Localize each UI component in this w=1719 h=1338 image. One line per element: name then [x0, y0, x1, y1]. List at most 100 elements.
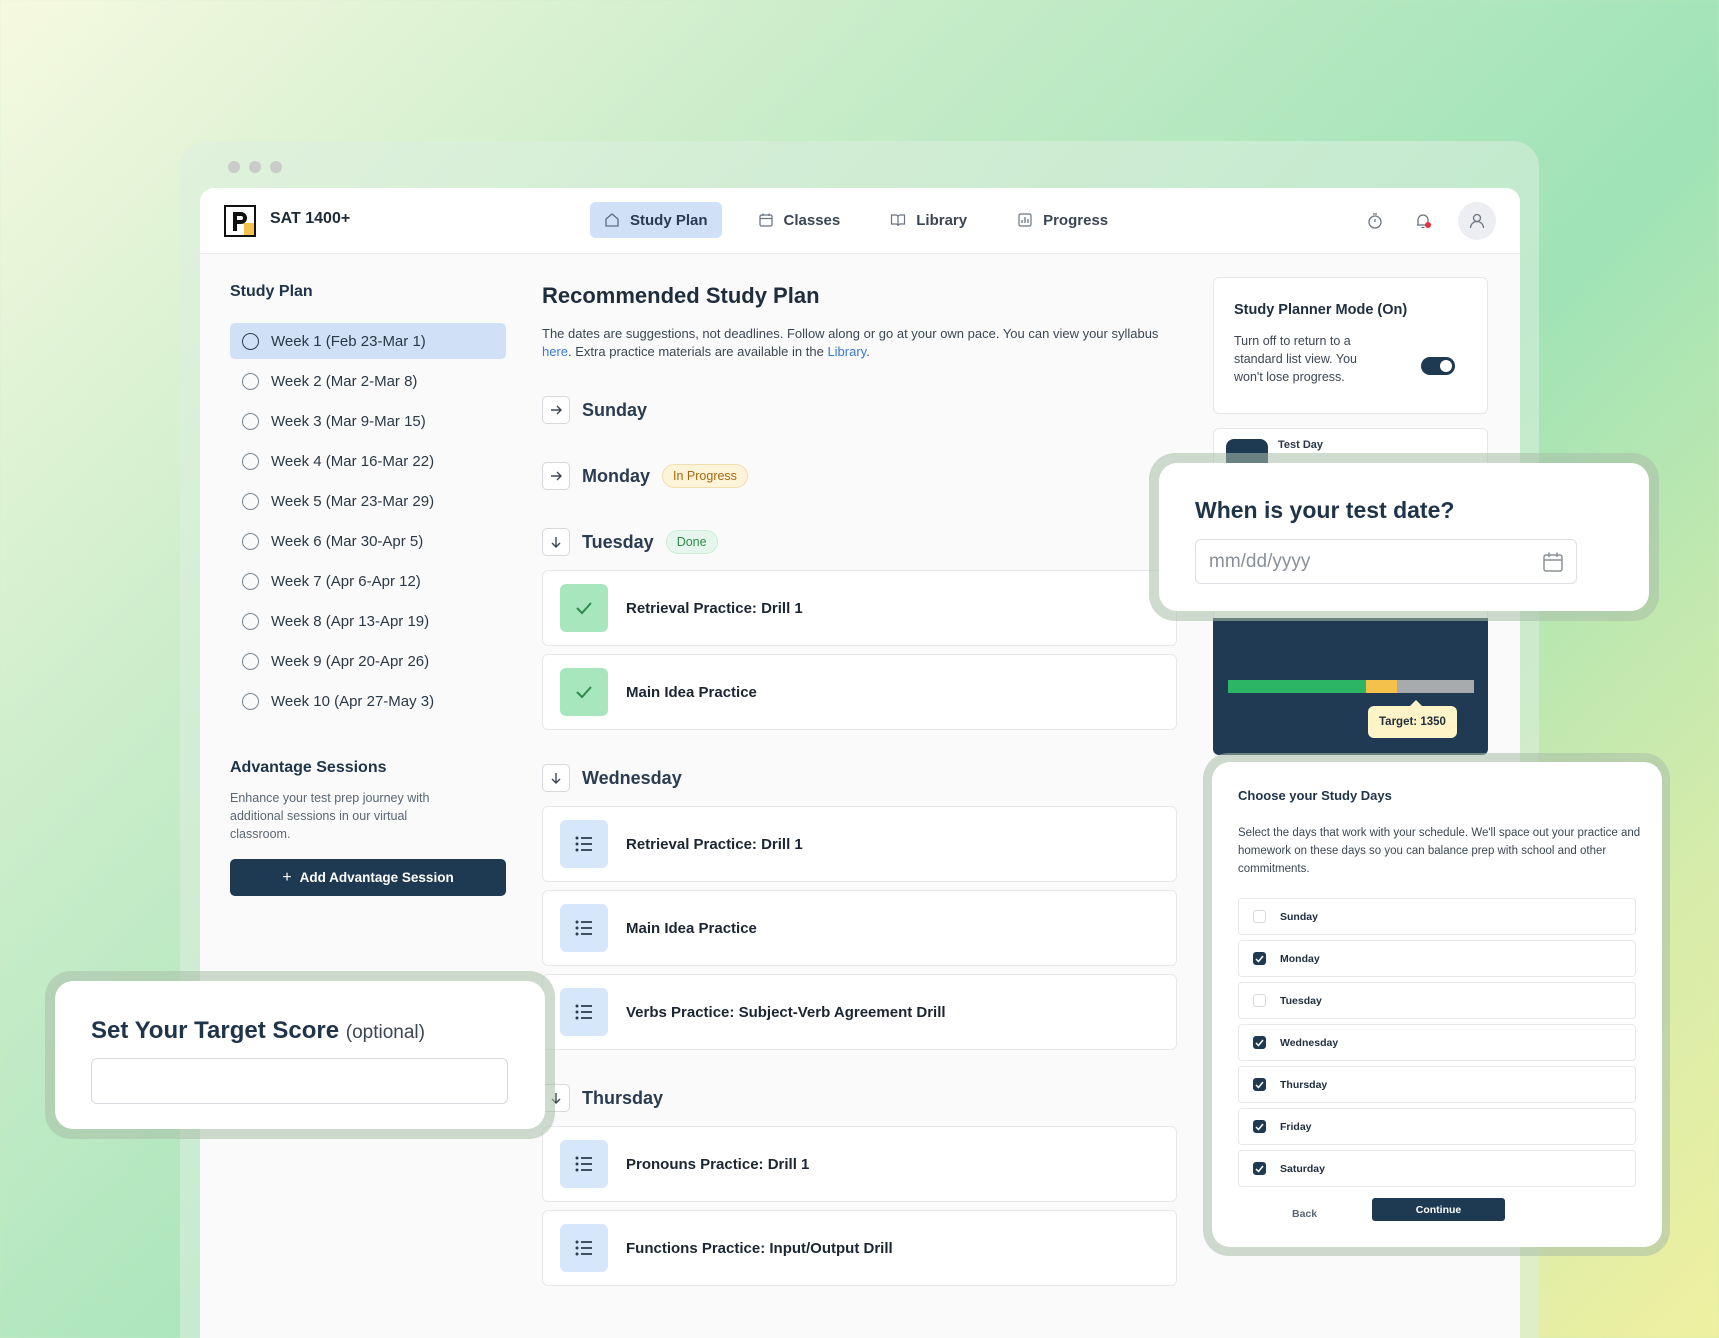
advantage-desc: Enhance your test prep journey with addi…	[230, 791, 430, 841]
window-dot	[228, 161, 240, 173]
task-label: Verbs Practice: Subject-Verb Agreement D…	[626, 1003, 946, 1021]
button-label: Add Advantage Session	[299, 870, 454, 885]
target-optional-label: (optional)	[345, 1022, 425, 1043]
day-option-friday[interactable]: Friday	[1238, 1108, 1636, 1145]
target-score-modal: Set Your Target Score (optional)	[55, 981, 545, 1129]
radio-icon	[242, 332, 259, 350]
week-label: Week 6 (Mar 30-Apr 5)	[271, 532, 424, 550]
day-name: Tuesday	[582, 531, 654, 552]
nav-label: Classes	[783, 211, 841, 229]
week-label: Week 1 (Feb 23-Mar 1)	[271, 332, 426, 350]
page-description: The dates are suggestions, not deadlines…	[542, 325, 1177, 361]
date-placeholder: mm/dd/yyyy	[1209, 550, 1311, 572]
test-date-title: When is your test date?	[1195, 497, 1455, 523]
week-item[interactable]: Week 10 (Apr 27-May 3)	[230, 683, 506, 719]
checkbox[interactable]	[1253, 1036, 1266, 1049]
calendar-icon[interactable]	[1542, 551, 1564, 573]
day-option-monday[interactable]: Monday	[1238, 940, 1636, 977]
advantage-title: Advantage Sessions	[230, 759, 387, 776]
task-label: Main Idea Practice	[626, 919, 757, 937]
week-item[interactable]: Week 8 (Apr 13-Apr 19)	[230, 603, 506, 639]
nav-progress[interactable]: Progress	[1003, 202, 1122, 238]
day-option-sunday[interactable]: Sunday	[1238, 898, 1636, 935]
logo-icon	[224, 205, 256, 237]
week-item[interactable]: Week 1 (Feb 23-Mar 1)	[230, 323, 506, 359]
desc-text: The dates are suggestions, not deadlines…	[542, 326, 1159, 341]
nav-study-plan[interactable]: Study Plan	[590, 202, 722, 238]
week-item[interactable]: Week 4 (Mar 16-Mar 22)	[230, 443, 506, 479]
arrow-down-icon[interactable]	[542, 528, 570, 556]
continue-button[interactable]: Continue	[1372, 1198, 1505, 1221]
window-dot	[249, 161, 261, 173]
sidebar-title: Study Plan	[230, 283, 313, 300]
sidebar: Study Plan Week 1 (Feb 23-Mar 1) Week 2 …	[230, 283, 506, 896]
radio-icon	[242, 612, 259, 630]
planner-mode-toggle[interactable]	[1421, 357, 1455, 375]
arrow-down-icon[interactable]	[542, 764, 570, 792]
top-actions	[1362, 202, 1496, 240]
arrow-right-icon[interactable]	[542, 396, 570, 424]
day-header-sunday[interactable]: Sunday	[542, 394, 1177, 426]
checkbox[interactable]	[1253, 1078, 1266, 1091]
day-header-tuesday[interactable]: Tuesday Done	[542, 526, 1177, 558]
user-avatar[interactable]	[1458, 202, 1496, 240]
target-score-tooltip: Target: 1350	[1368, 700, 1457, 738]
day-name: Thursday	[582, 1087, 664, 1108]
syllabus-link[interactable]: here	[542, 344, 568, 359]
task-card[interactable]: Pronouns Practice: Drill 1	[542, 1126, 1177, 1202]
checkbox[interactable]	[1253, 952, 1266, 965]
nav-library[interactable]: Library	[876, 202, 981, 238]
week-item[interactable]: Week 7 (Apr 6-Apr 12)	[230, 563, 506, 599]
day-header-monday[interactable]: Monday In Progress	[542, 460, 1177, 492]
page-title: Recommended Study Plan	[542, 283, 820, 308]
check-icon	[560, 668, 608, 716]
day-option-label: Monday	[1280, 952, 1320, 965]
back-button[interactable]: Back	[1292, 1208, 1317, 1220]
day-header-wednesday[interactable]: Wednesday	[542, 762, 1177, 794]
task-card[interactable]: Verbs Practice: Subject-Verb Agreement D…	[542, 974, 1177, 1050]
day-header-thursday[interactable]: Thursday	[542, 1082, 1177, 1114]
day-option-label: Thursday	[1280, 1078, 1328, 1091]
window-dot	[270, 161, 282, 173]
checkbox[interactable]	[1253, 994, 1266, 1007]
check-icon	[1255, 1081, 1264, 1089]
radio-icon	[242, 452, 259, 470]
test-day-label: Test Day	[1278, 439, 1324, 451]
book-icon	[891, 214, 906, 227]
timer-icon	[1368, 213, 1382, 229]
score-target-gap	[1366, 680, 1397, 693]
add-advantage-session-button[interactable]: + Add Advantage Session	[230, 859, 506, 896]
notifications-button[interactable]	[1410, 208, 1436, 234]
plus-icon: +	[282, 868, 292, 886]
day-option-saturday[interactable]: Saturday	[1238, 1150, 1636, 1187]
target-score-input[interactable]	[91, 1058, 508, 1104]
day-option-thursday[interactable]: Thursday	[1238, 1066, 1636, 1103]
day-option-label: Tuesday	[1280, 994, 1322, 1007]
library-link[interactable]: Library	[827, 344, 866, 359]
task-card[interactable]: Functions Practice: Input/Output Drill	[542, 1210, 1177, 1286]
week-item[interactable]: Week 2 (Mar 2-Mar 8)	[230, 363, 506, 399]
check-icon	[560, 584, 608, 632]
list-icon	[560, 1224, 608, 1272]
radio-icon	[242, 412, 259, 430]
timer-button[interactable]	[1362, 208, 1388, 234]
task-card[interactable]: Main Idea Practice	[542, 654, 1177, 730]
week-label: Week 10 (Apr 27-May 3)	[271, 692, 435, 710]
test-date-input[interactable]: mm/dd/yyyy	[1195, 539, 1577, 584]
week-item[interactable]: Week 9 (Apr 20-Apr 26)	[230, 643, 506, 679]
brand-name: SAT 1400+	[270, 210, 351, 227]
arrow-right-icon[interactable]	[542, 462, 570, 490]
day-option-wednesday[interactable]: Wednesday	[1238, 1024, 1636, 1061]
desc-text: . Extra practice materials are available…	[568, 344, 828, 359]
nav-classes[interactable]: Classes	[744, 202, 855, 238]
task-card[interactable]: Main Idea Practice	[542, 890, 1177, 966]
week-item[interactable]: Week 5 (Mar 23-Mar 29)	[230, 483, 506, 519]
checkbox[interactable]	[1253, 1120, 1266, 1133]
task-card[interactable]: Retrieval Practice: Drill 1	[542, 570, 1177, 646]
week-item[interactable]: Week 6 (Mar 30-Apr 5)	[230, 523, 506, 559]
task-card[interactable]: Retrieval Practice: Drill 1	[542, 806, 1177, 882]
checkbox[interactable]	[1253, 1162, 1266, 1175]
checkbox[interactable]	[1253, 910, 1266, 923]
week-item[interactable]: Week 3 (Mar 9-Mar 15)	[230, 403, 506, 439]
day-option-tuesday[interactable]: Tuesday	[1238, 982, 1636, 1019]
